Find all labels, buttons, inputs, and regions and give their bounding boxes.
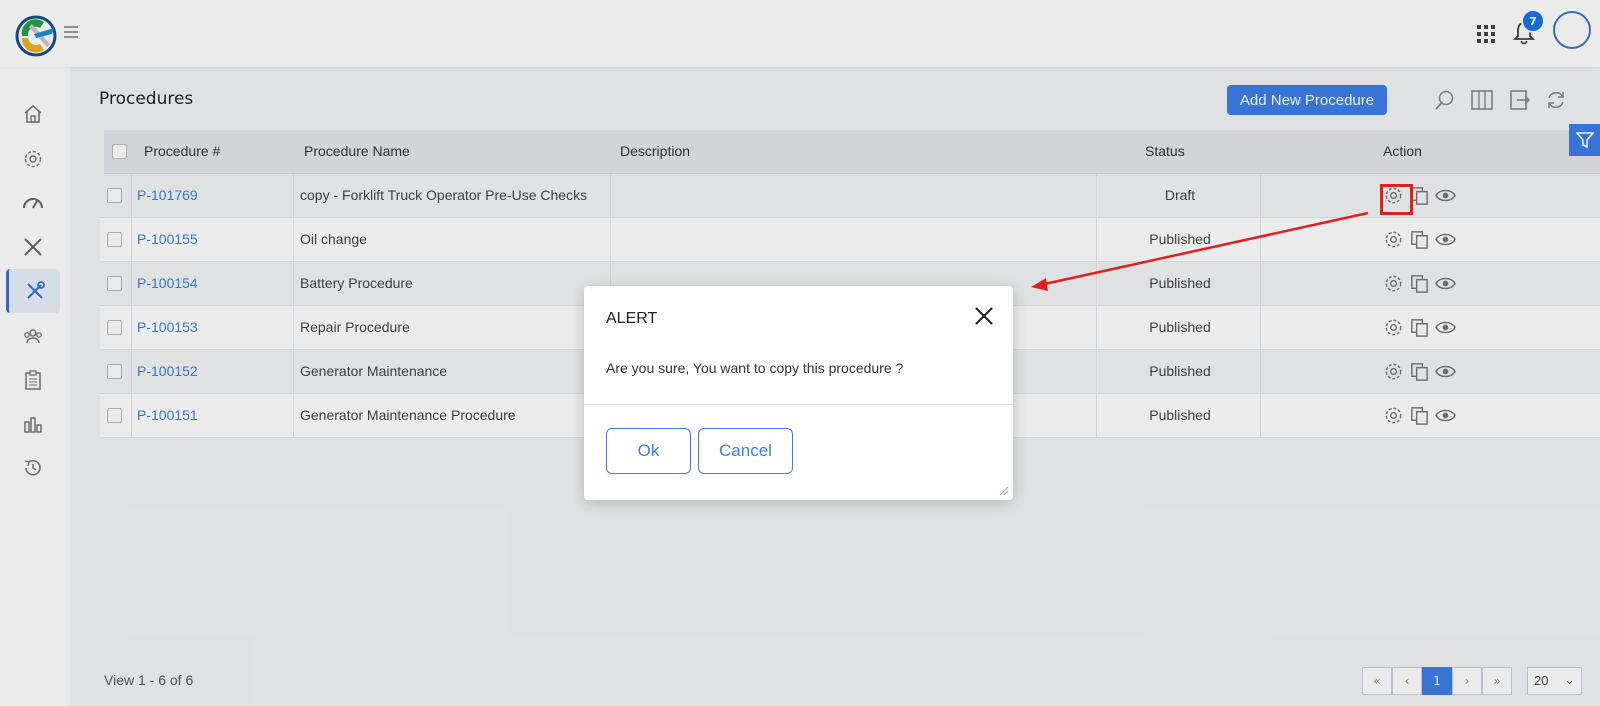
annotation-highlight-box bbox=[1380, 184, 1413, 215]
dialog-title: ALERT bbox=[606, 310, 658, 327]
close-icon[interactable] bbox=[972, 304, 996, 328]
resize-grip-icon[interactable] bbox=[998, 485, 1009, 496]
dialog-divider bbox=[584, 404, 1013, 405]
dialog-message: Are you sure, You want to copy this proc… bbox=[606, 360, 904, 376]
alert-dialog: ALERT Are you sure, You want to copy thi… bbox=[584, 286, 1013, 500]
cancel-button[interactable]: Cancel bbox=[698, 428, 793, 474]
ok-button[interactable]: Ok bbox=[606, 428, 691, 474]
